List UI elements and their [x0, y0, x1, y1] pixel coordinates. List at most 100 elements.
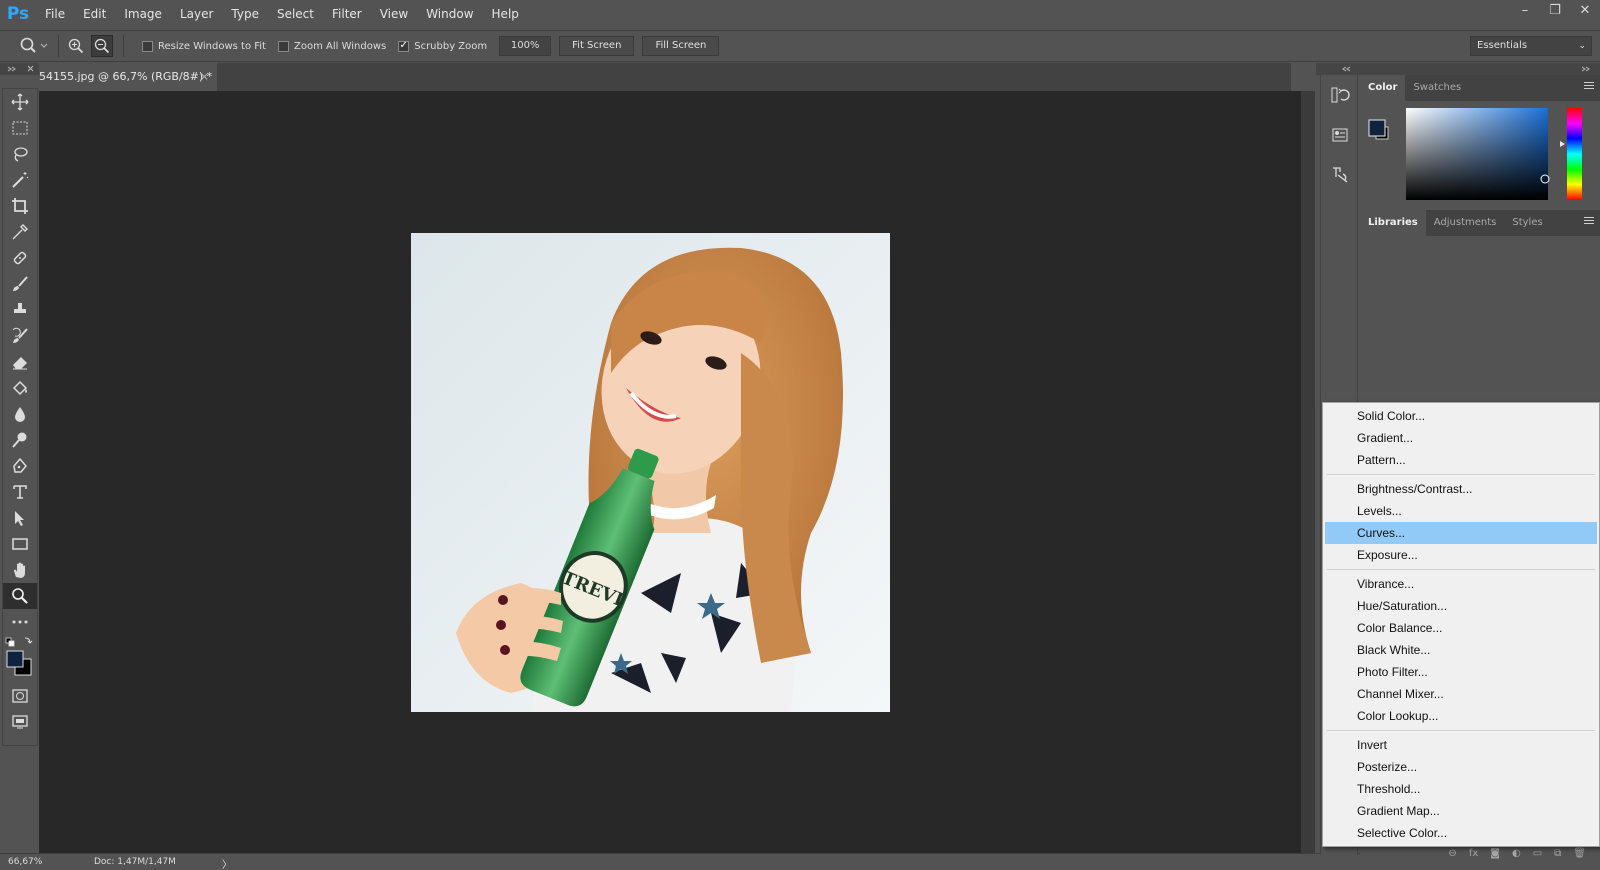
dodge-icon [12, 432, 27, 448]
menu-edit[interactable]: Edit [74, 0, 115, 28]
eraser-tool[interactable] [3, 349, 37, 375]
quick-mask-button[interactable] [3, 683, 37, 709]
history-panel-button[interactable] [1321, 75, 1359, 115]
menu-item-pattern[interactable]: Pattern... [1323, 449, 1599, 471]
status-menu-arrow[interactable]: 〉 [222, 856, 232, 870]
tab-libraries[interactable]: Libraries [1360, 210, 1426, 236]
zoom-in-button[interactable] [65, 35, 87, 57]
menu-item-photo-filter[interactable]: Photo Filter... [1323, 661, 1599, 683]
menu-item-solid-color[interactable]: Solid Color... [1323, 405, 1599, 427]
trash-icon[interactable]: 🗑 [1573, 848, 1586, 859]
menu-item-brightness-contrast[interactable]: Brightness/Contrast... [1323, 478, 1599, 500]
zoom-percent-button[interactable]: 100% [499, 36, 552, 56]
tab-adjustments[interactable]: Adjustments [1426, 210, 1505, 236]
tab-swatches[interactable]: Swatches [1405, 75, 1469, 101]
fx-icon[interactable]: fx [1469, 848, 1478, 859]
options-bar: Resize Windows to Fit Zoom All Windows ✓… [0, 30, 1600, 62]
menu-item-black-white[interactable]: Black White... [1323, 639, 1599, 661]
menu-item-levels[interactable]: Levels... [1323, 500, 1599, 522]
brush-tool[interactable] [3, 271, 37, 297]
menu-item-vibrance[interactable]: Vibrance... [1323, 573, 1599, 595]
eyedropper-tool[interactable] [3, 219, 37, 245]
folder-icon[interactable]: ▭ [1533, 848, 1542, 859]
panels-header[interactable] [1360, 63, 1600, 75]
workspace-switcher[interactable]: Essentials ⌄ [1470, 36, 1592, 56]
menu-layer[interactable]: Layer [171, 0, 222, 28]
lasso-tool[interactable] [3, 141, 37, 167]
panel-menu-icon[interactable] [1584, 82, 1594, 92]
link-icon[interactable]: ⊖ [1448, 848, 1456, 859]
restore-button[interactable]: ❐ [1540, 0, 1570, 22]
adjustment-layer-icon[interactable]: ◐ [1512, 848, 1521, 859]
magic-wand-tool[interactable] [3, 167, 37, 193]
photo-illustration: TREVI [411, 233, 890, 712]
properties-panel-button[interactable] [1321, 115, 1359, 155]
new-layer-icon[interactable]: ⧉ [1554, 848, 1561, 859]
zoom-out-button[interactable] [91, 35, 113, 57]
color-panel-tabs: Color Swatches [1360, 75, 1600, 101]
menu-item-hue-saturation[interactable]: Hue/Saturation... [1323, 595, 1599, 617]
document-image: TREVI [411, 233, 890, 712]
menu-item-channel-mixer[interactable]: Channel Mixer... [1323, 683, 1599, 705]
panel-menu-icon[interactable] [1584, 217, 1594, 227]
menu-item-gradient-map[interactable]: Gradient Map... [1323, 800, 1599, 822]
type-tool[interactable] [3, 479, 37, 505]
close-window-button[interactable]: ✕ [1570, 0, 1600, 22]
color-picker[interactable] [1360, 101, 1600, 208]
scrubby-zoom-checkbox[interactable]: ✓ Scrubby Zoom [398, 40, 487, 52]
marquee-tool[interactable] [3, 115, 37, 141]
menu-item-posterize[interactable]: Posterize... [1323, 756, 1599, 778]
menu-select[interactable]: Select [268, 0, 323, 28]
menu-item-selective-color[interactable]: Selective Color... [1323, 822, 1599, 844]
bandage-icon [13, 251, 27, 265]
zoom-tool[interactable] [3, 583, 37, 609]
menu-item-color-lookup[interactable]: Color Lookup... [1323, 705, 1599, 727]
edit-toolbar-button[interactable] [3, 609, 37, 635]
menu-item-gradient[interactable]: Gradient... [1323, 427, 1599, 449]
menu-filter[interactable]: Filter [323, 0, 371, 28]
document-tab[interactable]: 54155.jpg @ 66,7% (RGB/8#) * × [39, 63, 217, 91]
tool-preset-picker[interactable] [0, 31, 52, 61]
menu-image[interactable]: Image [115, 0, 171, 28]
menu-item-invert[interactable]: Invert [1323, 734, 1599, 756]
pen-tool[interactable] [3, 453, 37, 479]
menu-item-exposure[interactable]: Exposure... [1323, 544, 1599, 566]
clone-stamp-tool[interactable] [3, 297, 37, 323]
mask-icon[interactable]: ◙ [1490, 848, 1500, 859]
tab-styles[interactable]: Styles [1504, 210, 1550, 236]
iconstrip-header[interactable] [1316, 63, 1360, 75]
healing-brush-tool[interactable] [3, 245, 37, 271]
minimize-button[interactable]: – [1510, 0, 1540, 22]
hand-tool[interactable] [3, 557, 37, 583]
paint-bucket-tool[interactable] [3, 375, 37, 401]
move-tool[interactable] [3, 89, 37, 115]
menu-view[interactable]: View [371, 0, 417, 28]
fit-screen-button[interactable]: Fit Screen [559, 36, 635, 56]
menu-file[interactable]: File [36, 0, 74, 28]
menu-item-threshold[interactable]: Threshold... [1323, 778, 1599, 800]
magnifier-icon [12, 588, 28, 604]
menu-window[interactable]: Window [417, 0, 482, 28]
tab-color[interactable]: Color [1360, 75, 1406, 101]
menu-item-color-balance[interactable]: Color Balance... [1323, 617, 1599, 639]
toolbar-header[interactable] [0, 63, 39, 75]
history-brush-tool[interactable] [3, 323, 37, 349]
menu-help[interactable]: Help [483, 0, 528, 28]
menu-type[interactable]: Type [222, 0, 268, 28]
character-panel-button[interactable] [1321, 155, 1359, 195]
screen-mode-button[interactable] [3, 709, 37, 735]
history-icon [1331, 87, 1350, 103]
path-selection-tool[interactable] [3, 505, 37, 531]
zoom-all-windows-checkbox[interactable]: Zoom All Windows [277, 40, 386, 52]
resize-windows-checkbox[interactable]: Resize Windows to Fit [142, 40, 266, 52]
checkmark-icon: ✓ [398, 40, 410, 52]
dodge-tool[interactable] [3, 427, 37, 453]
rectangle-tool[interactable] [3, 531, 37, 557]
crop-tool[interactable] [3, 193, 37, 219]
status-zoom[interactable]: 66,67% [8, 857, 42, 867]
blur-tool[interactable] [3, 401, 37, 427]
menu-item-curves[interactable]: Curves... [1325, 522, 1597, 544]
vertical-scrollbar[interactable] [1301, 91, 1315, 853]
fill-screen-button[interactable]: Fill Screen [642, 36, 720, 56]
close-tab-icon[interactable]: × [200, 63, 209, 91]
